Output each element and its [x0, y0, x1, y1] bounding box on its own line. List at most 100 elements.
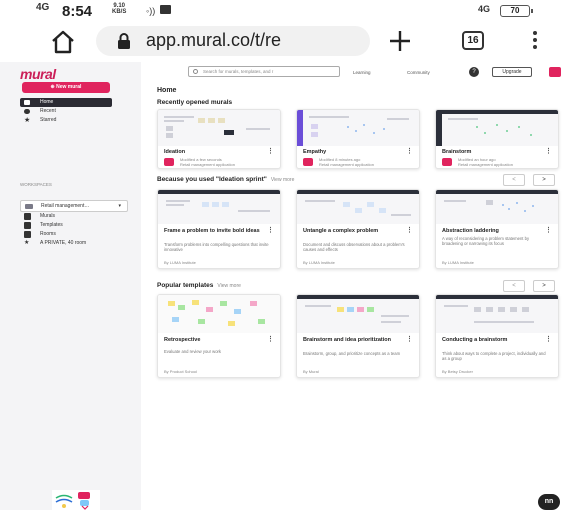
learning-link[interactable]: Learning — [353, 70, 371, 75]
card-meta: Modified 8 minutes ago Retail management… — [319, 157, 415, 167]
url-text[interactable]: app.mural.co/t/re — [146, 30, 370, 51]
sidebar-item-rooms[interactable]: Rooms — [20, 230, 112, 239]
browser-toolbar: app.mural.co/t/re 16 — [0, 22, 574, 62]
card-thumbnail — [436, 295, 558, 333]
carousel-prev-button[interactable]: < — [503, 280, 525, 292]
tabs-icon[interactable]: 16 — [462, 31, 484, 50]
search-input[interactable]: Search for murals, templates, and r — [188, 66, 340, 77]
card-author: By Betsy Drucker — [442, 369, 473, 374]
more-vertical-icon[interactable] — [532, 31, 538, 51]
card-title: Conducting a brainstorm — [442, 337, 508, 343]
template-card-abstraction-laddering[interactable]: Abstraction laddering ⋮ A way of reconsi… — [435, 189, 559, 269]
sidebar: mural ⊕ New mural Home Recent ★ Starred … — [0, 62, 141, 510]
popular-section-title: Popular templates View more — [157, 282, 241, 289]
recent-card-empathy[interactable]: Empathy ⋮ Modified 8 minutes ago Retail … — [296, 109, 420, 169]
more-vertical-icon[interactable]: ⋮ — [545, 335, 552, 343]
sidebar-item-label: Starred — [40, 117, 57, 123]
recent-section-title: Recently opened murals — [157, 99, 232, 106]
card-title: Brainstorm — [442, 149, 472, 155]
card-title: Ideation — [164, 149, 186, 155]
card-thumbnail — [158, 190, 280, 224]
template-card-brainstorm-prioritization[interactable]: Brainstorm and idea prioritization ⋮ Bra… — [296, 294, 420, 378]
more-vertical-icon[interactable]: ⋮ — [267, 335, 274, 343]
more-vertical-icon[interactable]: ⋮ — [267, 147, 274, 155]
new-mural-label: New mural — [56, 84, 82, 90]
view-more-link[interactable]: View more — [217, 283, 241, 289]
more-vertical-icon[interactable]: ⋮ — [406, 147, 413, 155]
avatar[interactable] — [549, 67, 561, 77]
clock-time: 8:54 — [62, 3, 93, 20]
card-workspace: Retail management application — [180, 162, 235, 167]
template-card-frame-problem[interactable]: Frame a problem to invite bold ideas ⋮ T… — [157, 189, 281, 269]
home-icon — [24, 100, 30, 105]
murals-icon — [24, 213, 31, 220]
community-link[interactable]: Community — [407, 70, 430, 75]
recent-card-ideation[interactable]: Ideation ⋮ Modified a few seconds Retail… — [157, 109, 281, 169]
more-vertical-icon[interactable]: ⋮ — [406, 335, 413, 343]
sidebar-item-starred[interactable]: ★ Starred — [20, 116, 112, 125]
card-thumbnail — [297, 190, 419, 224]
card-meta: Modified a few seconds Retail management… — [180, 157, 276, 167]
more-vertical-icon[interactable]: ⋮ — [406, 226, 413, 234]
mural-logo[interactable]: mural — [20, 66, 56, 82]
template-card-retrospective[interactable]: Retrospective ⋮ Evaluate and review your… — [157, 294, 281, 378]
templates-icon — [24, 222, 31, 229]
battery-indicator: 70 — [500, 5, 533, 17]
more-vertical-icon[interactable]: ⋮ — [545, 147, 552, 155]
clock-icon — [24, 109, 30, 114]
speed-unit: KB/S — [112, 9, 127, 15]
card-description: Document and discuss observations about … — [303, 242, 405, 252]
hotspot-icon: ◦)) — [146, 6, 156, 16]
chevron-down-icon: ▾ — [118, 203, 121, 209]
card-title: Frame a problem to invite bold ideas — [164, 228, 260, 234]
workspace-badge — [442, 158, 452, 166]
upgrade-button[interactable]: Upgrade — [492, 67, 532, 77]
plus-icon[interactable] — [388, 29, 412, 53]
workspace-select[interactable]: Retail management… ▾ — [20, 200, 128, 212]
search-icon — [193, 69, 198, 74]
sidebar-item-recent[interactable]: Recent — [20, 107, 112, 116]
chat-button[interactable]: nn — [538, 494, 560, 510]
main-content: Home Recently opened murals Ideation ⋮ M… — [141, 84, 574, 510]
sidebar-item-murals[interactable]: Murals — [20, 212, 112, 221]
card-title: Abstraction laddering — [442, 228, 499, 234]
template-card-untangle-problem[interactable]: Untangle a complex problem ⋮ Document an… — [296, 189, 420, 269]
card-description: Transform problems into compelling quest… — [164, 242, 269, 252]
section-title-text: Recently opened murals — [157, 99, 233, 106]
card-description: Think about ways to complete a project, … — [442, 351, 546, 361]
card-title: Empathy — [303, 149, 327, 155]
sidebar-item-templates[interactable]: Templates — [20, 221, 112, 230]
home-icon[interactable] — [50, 29, 76, 55]
card-title: Brainstorm and idea prioritization — [303, 337, 392, 343]
card-workspace: Retail management application — [458, 162, 513, 167]
view-more-link[interactable]: View more — [271, 177, 295, 183]
recent-card-brainstorm[interactable]: Brainstorm ⋮ Modified an hour ago Retail… — [435, 109, 559, 169]
network-type: 4G — [36, 2, 50, 13]
more-vertical-icon[interactable]: ⋮ — [267, 226, 274, 234]
sidebar-item-label: A PRIVATE, 40 room — [40, 240, 87, 246]
data-speed: 9.10 KB/S — [112, 3, 126, 15]
card-description: Evaluate and review your work — [164, 349, 222, 354]
card-author: By LUMA Institute — [303, 260, 335, 265]
carousel-next-button[interactable]: > — [533, 174, 555, 186]
card-title: Retrospective — [164, 337, 201, 343]
card-description: A way of reconsidering a problem stateme… — [442, 236, 530, 246]
card-workspace: Retail management application — [319, 162, 374, 167]
template-card-conducting-brainstorm[interactable]: Conducting a brainstorm ⋮ Think about wa… — [435, 294, 559, 378]
card-thumbnail — [158, 295, 280, 333]
rooms-icon — [24, 231, 31, 238]
new-mural-button[interactable]: ⊕ New mural — [22, 82, 110, 93]
sidebar-item-private-room[interactable]: ★ A PRIVATE, 40 room — [20, 239, 112, 248]
sidebar-item-label: Templates — [40, 222, 63, 228]
carousel-next-button[interactable]: > — [533, 280, 555, 292]
section-title-text: Because you used "Ideation sprint" — [157, 176, 267, 183]
carousel-prev-button[interactable]: < — [503, 174, 525, 186]
help-button[interactable]: ? — [469, 67, 479, 77]
card-meta: Modified an hour ago Retail management a… — [458, 157, 554, 167]
sidebar-item-home[interactable]: Home — [20, 98, 112, 107]
top-bar: Search for murals, templates, and r Lear… — [141, 62, 574, 84]
sidebar-item-label: Murals — [40, 213, 56, 219]
sidebar-item-label: Rooms — [40, 231, 56, 237]
more-vertical-icon[interactable]: ⋮ — [545, 226, 552, 234]
workspace-badge — [164, 158, 174, 166]
